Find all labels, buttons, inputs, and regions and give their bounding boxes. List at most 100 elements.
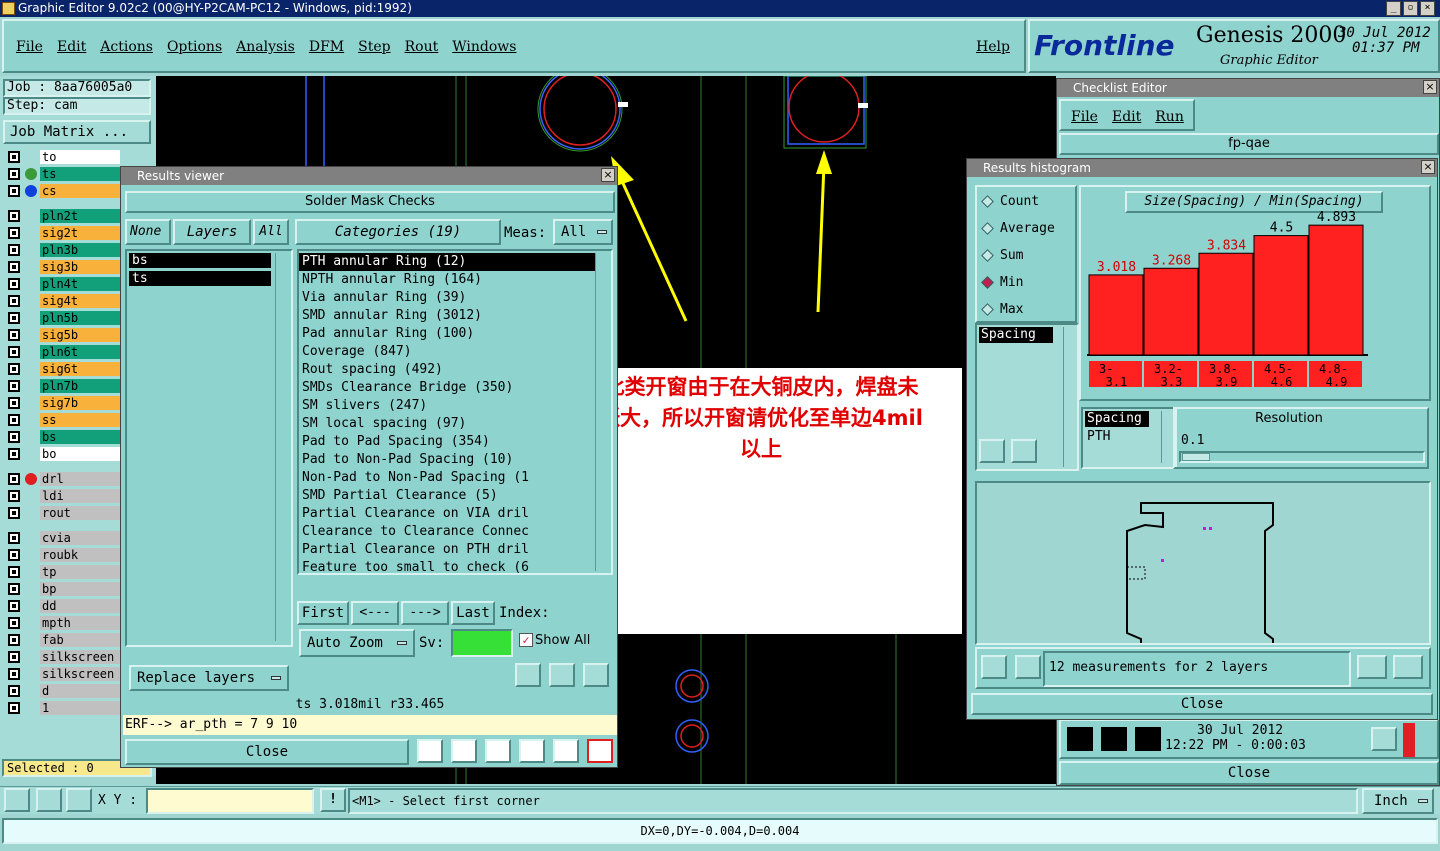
sv-select[interactable] [451,629,513,657]
layer-name[interactable]: sig7b [40,396,120,410]
layer-name[interactable]: tp [40,565,120,579]
layer-checkbox[interactable] [8,507,20,519]
layers-scrollbar[interactable] [275,253,289,641]
tool-icon-1[interactable] [417,739,443,763]
run-icon-2[interactable] [1101,727,1127,751]
layer-name[interactable]: pln4t [40,277,120,291]
layer-checkbox[interactable] [8,312,20,324]
category-item[interactable]: Partial Clearance on PTH dril [299,541,595,559]
layer-checkbox[interactable] [8,278,20,290]
layer-checkbox[interactable] [8,346,20,358]
left-list-item[interactable]: Spacing [979,327,1053,343]
layer-row[interactable]: bp [6,582,120,596]
all-layers-button[interactable]: All [253,219,289,245]
category-item[interactable]: PTH annular Ring (12) [299,253,595,271]
layer-name[interactable]: sig5b [40,328,120,342]
layer-checkbox[interactable] [8,295,20,307]
layer-checkbox[interactable] [8,380,20,392]
category-item[interactable]: Feature too small to check (6 [299,559,595,573]
layer-name[interactable]: ts [40,167,120,181]
layer-row[interactable]: pln2t [6,209,120,223]
layer-name[interactable]: ss [40,413,120,427]
layer-name[interactable]: ldi [40,489,120,503]
layer-row[interactable]: silkscreen [6,667,120,681]
hist-del-icon[interactable] [979,439,1005,463]
layer-name[interactable]: pln6t [40,345,120,359]
checklist-close-icon[interactable]: × [1423,80,1437,94]
resolution-slider-thumb[interactable] [1182,453,1210,461]
next-button[interactable]: ---> [401,601,449,625]
layer-row[interactable]: ldi [6,489,120,503]
checklist-menu-run[interactable]: Run [1155,109,1184,125]
layer-name[interactable]: cs [40,184,120,198]
menu-options[interactable]: Options [167,39,222,55]
layer-row[interactable]: mpth [6,616,120,630]
layer-row[interactable]: sig3b [6,260,120,274]
del-icon[interactable] [515,663,541,687]
category-item[interactable]: Coverage (847) [299,343,595,361]
result-layer-item[interactable]: ts [129,271,271,286]
ref-icon[interactable] [549,663,575,687]
layer-checkbox[interactable] [8,473,20,485]
first-button[interactable]: First [297,601,349,625]
layer-name[interactable]: d [40,684,120,698]
results-close-button[interactable]: Close [125,739,409,765]
menu-actions[interactable]: Actions [100,39,153,55]
tool-icon-4[interactable] [519,739,545,763]
layer-row[interactable]: ss [6,413,120,427]
layer-row[interactable]: pln6t [6,345,120,359]
layer-row[interactable]: ts [6,167,120,181]
replace-layers-select[interactable]: Replace layers [129,665,289,691]
layer-name[interactable]: pln3b [40,243,120,257]
menu-help[interactable]: Help [976,39,1010,55]
checklist-menu-file[interactable]: File [1071,109,1098,125]
layer-name[interactable]: silkscreen [40,650,120,664]
menu-file[interactable]: File [16,39,43,55]
menu-rout[interactable]: Rout [405,39,439,55]
histogram-bar[interactable] [1198,252,1254,356]
checklist-close-button[interactable]: Close [1059,761,1439,785]
layer-name[interactable]: fab [40,633,120,647]
categories-scrollbar[interactable] [595,253,609,571]
layer-checkbox[interactable] [8,227,20,239]
layer-name[interactable]: sig4t [40,294,120,308]
measure-scrollbar[interactable] [1161,411,1173,463]
last-button[interactable]: Last [451,601,495,625]
results-viewer-close-icon[interactable]: × [601,168,615,182]
layer-row[interactable]: cs [6,184,120,198]
layer-row[interactable]: dd [6,599,120,613]
xy-input[interactable] [146,788,314,814]
category-item[interactable]: SM slivers (247) [299,397,595,415]
category-item[interactable]: Via annular Ring (39) [299,289,595,307]
report-icon[interactable] [553,739,579,763]
grid-icon[interactable] [66,788,92,812]
export-icon-2[interactable] [1393,655,1423,679]
layer-row[interactable]: pln7b [6,379,120,393]
layer-checkbox[interactable] [8,583,20,595]
alert-button-icon[interactable]: ! [320,788,346,812]
close-icon[interactable]: × [1420,1,1435,16]
layer-checkbox[interactable] [8,431,20,443]
layer-row[interactable]: sig5b [6,328,120,342]
layer-row[interactable]: cvia [6,531,120,545]
job-matrix-button[interactable]: Job Matrix ... [3,120,151,144]
minimize-icon[interactable]: _ [1386,1,1401,16]
layer-checkbox[interactable] [8,651,20,663]
result-layer-item[interactable]: bs [129,253,271,268]
histogram-bar[interactable] [1143,267,1199,356]
layer-name[interactable]: to [40,150,120,164]
layer-row[interactable]: silkscreen [6,650,120,664]
category-item[interactable]: Pad to Non-Pad Spacing (10) [299,451,595,469]
category-item[interactable]: SMD annular Ring (3012) [299,307,595,325]
layer-name[interactable]: pln7b [40,379,120,393]
layer-checkbox[interactable] [8,668,20,680]
layer-checkbox[interactable] [8,168,20,180]
none-button[interactable]: None [125,219,171,245]
footer-del-icon[interactable] [981,655,1007,679]
histogram-close-button[interactable]: Close [971,693,1433,715]
layer-checkbox[interactable] [8,414,20,426]
zoom-box-icon[interactable] [4,788,30,812]
stat-option-min[interactable]: Min [981,272,1055,299]
zoom-icon[interactable] [1371,727,1397,751]
layer-name[interactable]: rout [40,506,120,520]
